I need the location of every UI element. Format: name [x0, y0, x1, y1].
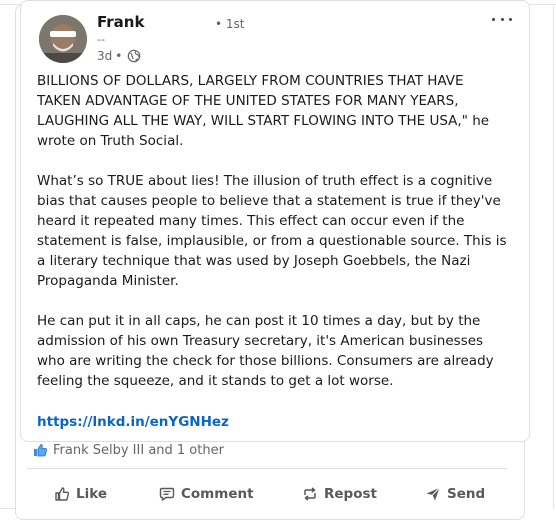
globe-icon	[128, 49, 141, 63]
comment-button[interactable]: Comment	[159, 478, 254, 510]
more-dot-icon	[500, 17, 504, 21]
comment-label: Comment	[181, 486, 254, 502]
actions-divider	[27, 468, 507, 469]
connection-degree: • 1st	[215, 17, 245, 31]
author-headline: --	[97, 33, 105, 46]
send-label: Send	[447, 486, 486, 502]
comment-icon	[159, 487, 175, 501]
meta-separator: •	[115, 49, 123, 63]
author-avatar[interactable]	[39, 15, 87, 63]
background-edge	[529, 4, 556, 5]
thumbs-up-icon	[55, 487, 70, 501]
background-edge	[553, 4, 554, 509]
repost-button[interactable]: Repost	[302, 478, 377, 510]
more-dot-icon	[509, 17, 512, 21]
reactions-summary[interactable]: Frank Selby III and 1 other	[32, 442, 224, 458]
post-text: BILLIONS OF DOLLARS, LARGELY FROM COUNTR…	[37, 73, 507, 389]
repost-label: Repost	[324, 486, 377, 502]
send-icon	[426, 487, 440, 501]
post-meta: 3d •	[97, 49, 141, 63]
more-options-button[interactable]	[492, 12, 512, 26]
more-dot-icon	[492, 17, 495, 21]
post-link[interactable]: https://lnkd.in/enYGNHez	[37, 412, 229, 432]
like-reaction-icon	[34, 444, 47, 457]
like-button[interactable]: Like	[54, 478, 107, 510]
repost-icon	[304, 487, 316, 501]
like-label: Like	[76, 486, 108, 502]
author-name[interactable]: Frank	[97, 13, 144, 31]
post-age[interactable]: 3d	[97, 49, 112, 63]
avatar-photo	[39, 15, 87, 63]
reactions-text: Frank Selby III and 1 other	[53, 442, 224, 458]
send-button[interactable]: Send	[425, 478, 485, 510]
post-actions-bar: Like Comment Repost Send	[27, 478, 511, 510]
